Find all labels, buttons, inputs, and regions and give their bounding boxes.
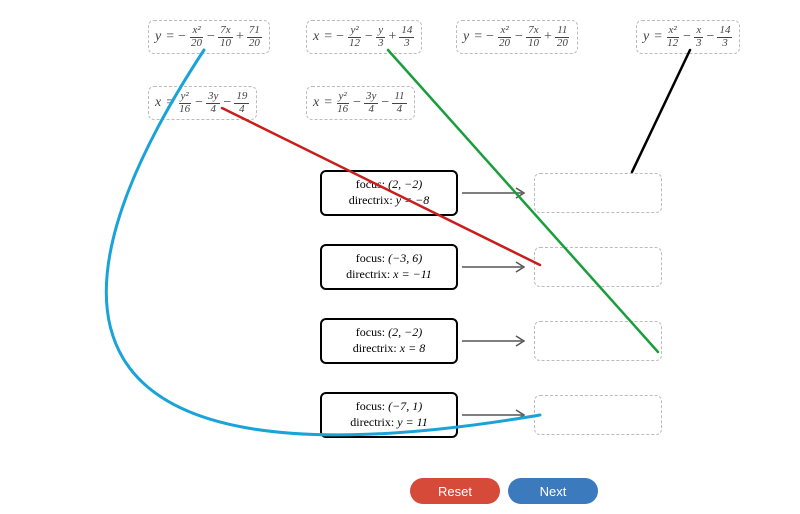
directrix-lhs: x: [393, 267, 398, 281]
arrow-icon: [462, 181, 532, 205]
tile-lhs: y: [155, 29, 161, 45]
tile-rhs: =x²12−x3−143: [652, 25, 733, 49]
drop-slot-3[interactable]: [534, 321, 662, 361]
arrow-icon: [462, 329, 532, 353]
focus-label: focus:: [356, 399, 388, 413]
focus-value: (−3, 6): [388, 251, 422, 265]
directrix-lhs: y: [397, 415, 402, 429]
drop-slot-2[interactable]: [534, 247, 662, 287]
directrix-label: directrix:: [346, 267, 393, 281]
clue-box-3: focus: (2, −2) directrix: x = 8: [320, 318, 458, 364]
equation-tile-c[interactable]: y =−x²20−7x10+1120: [456, 20, 578, 54]
reset-button[interactable]: Reset: [410, 478, 500, 504]
tile-lhs: x: [155, 95, 161, 111]
tile-lhs: y: [463, 29, 469, 45]
tile-rhs: =y²16−3y4−194: [164, 91, 250, 115]
clue-box-1: focus: (2, −2) directrix: y = −8: [320, 170, 458, 216]
equation-tile-d[interactable]: y =x²12−x3−143: [636, 20, 740, 54]
directrix-label: directrix:: [350, 415, 397, 429]
directrix-lhs: x: [400, 341, 405, 355]
arrow-icon: [462, 255, 532, 279]
tile-rhs: =−x²20−7x10+7120: [164, 25, 263, 49]
drop-slot-1[interactable]: [534, 173, 662, 213]
directrix-rhs: −8: [415, 193, 429, 207]
next-button[interactable]: Next: [508, 478, 598, 504]
tile-lhs: x: [313, 95, 319, 111]
focus-value: (−7, 1): [388, 399, 422, 413]
tile-rhs: =−y²12−y3+143: [322, 25, 415, 49]
tile-lhs: y: [643, 29, 649, 45]
equation-tile-a[interactable]: y =−x²20−7x10+7120: [148, 20, 270, 54]
focus-value: (2, −2): [388, 325, 422, 339]
equation-tile-b[interactable]: x =−y²12−y3+143: [306, 20, 422, 54]
tile-rhs: =y²16−3y4−114: [322, 91, 407, 115]
directrix-label: directrix:: [349, 193, 396, 207]
directrix-rhs: 11: [417, 415, 428, 429]
tile-rhs: =−x²20−7x10+1120: [472, 25, 571, 49]
clue-box-2: focus: (−3, 6) directrix: x = −11: [320, 244, 458, 290]
equation-tile-f[interactable]: x =y²16−3y4−114: [306, 86, 415, 120]
tile-lhs: x: [313, 29, 319, 45]
arrow-icon: [462, 403, 532, 427]
focus-value: (2, −2): [388, 177, 422, 191]
directrix-lhs: y: [396, 193, 401, 207]
clue-box-4: focus: (−7, 1) directrix: y = 11: [320, 392, 458, 438]
focus-label: focus:: [356, 325, 388, 339]
focus-label: focus:: [356, 177, 388, 191]
directrix-rhs: −11: [413, 267, 432, 281]
focus-label: focus:: [356, 251, 388, 265]
drop-slot-4[interactable]: [534, 395, 662, 435]
equation-tile-e[interactable]: x =y²16−3y4−194: [148, 86, 257, 120]
directrix-label: directrix:: [353, 341, 400, 355]
directrix-rhs: 8: [419, 341, 425, 355]
